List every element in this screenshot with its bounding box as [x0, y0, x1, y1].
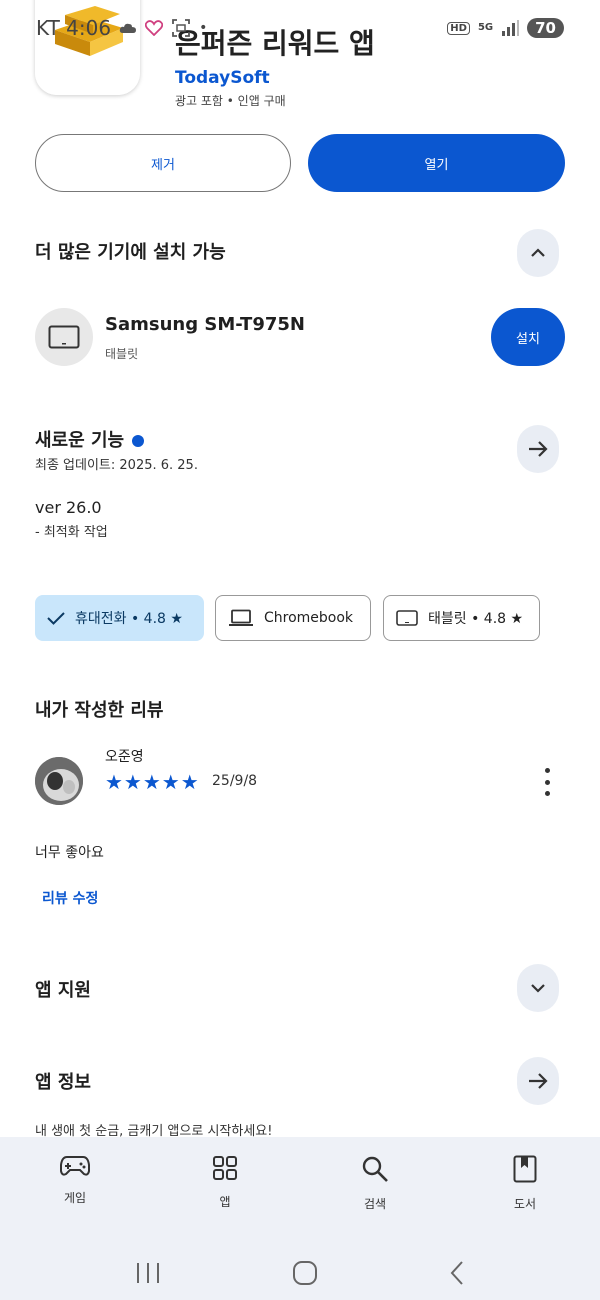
whats-new-title: 새로운 기능 — [35, 426, 145, 452]
system-navigation-bar — [0, 1245, 600, 1300]
install-button[interactable]: 설치 — [491, 308, 565, 366]
cloud-icon — [119, 23, 137, 33]
edit-review-link[interactable]: 리뷰 수정 — [42, 888, 98, 908]
nav-item-search[interactable]: 검색 — [300, 1137, 450, 1245]
device-avatar — [35, 308, 93, 366]
search-icon — [362, 1156, 388, 1182]
more-options-icon[interactable] — [540, 768, 554, 796]
new-indicator-dot — [132, 435, 145, 447]
chevron-down-icon — [531, 984, 545, 993]
star-rating: ★★★★★ — [105, 770, 200, 794]
device-name: Samsung SM-T975N — [105, 314, 305, 335]
home-icon[interactable] — [292, 1260, 318, 1286]
chip-chromebook[interactable]: Chromebook — [215, 595, 371, 641]
chip-phone[interactable]: 휴대전화 • 4.8 ★ — [35, 595, 204, 641]
apps-grid-icon — [213, 1156, 237, 1180]
heart-icon — [145, 20, 164, 36]
chip-phone-label: 휴대전화 • 4.8 ★ — [75, 611, 183, 627]
device-type: 태블릿 — [105, 347, 139, 361]
my-review-title: 내가 작성한 리뷰 — [35, 700, 164, 721]
arrow-right-icon — [529, 1073, 548, 1089]
reviewer-name: 오준영 — [105, 749, 144, 765]
gamepad-icon — [60, 1156, 90, 1176]
book-icon — [513, 1155, 537, 1183]
last-updated: 최종 업데이트: 2025. 6. 25. — [35, 458, 198, 473]
tablet-icon — [48, 325, 80, 349]
review-text: 너무 좋아요 — [35, 845, 104, 861]
arrow-right-icon — [529, 441, 548, 457]
notification-dot-icon: • — [199, 20, 208, 36]
review-date: 25/9/8 — [212, 773, 258, 789]
app-info-title: 앱 정보 — [35, 1072, 91, 1093]
app-support-expand-button[interactable] — [517, 964, 559, 1012]
app-support-title: 앱 지원 — [35, 980, 91, 1001]
open-button[interactable]: 열기 — [308, 134, 565, 192]
check-icon — [47, 612, 65, 625]
app-info-arrow-button[interactable] — [517, 1057, 559, 1105]
bottom-navigation: 게임 앱 검색 도서 — [0, 1137, 600, 1245]
release-notes: - 최적화 작업 — [35, 525, 108, 540]
status-time: KT 4:06 — [36, 16, 112, 40]
hd-badge: HD — [447, 21, 470, 35]
laptop-icon — [229, 609, 253, 626]
network-badge: 5G — [477, 22, 494, 33]
nav-label-games: 게임 — [63, 1191, 87, 1205]
chip-chromebook-label: Chromebook — [264, 610, 354, 626]
more-devices-title: 더 많은 기기에 설치 가능 — [35, 242, 226, 263]
battery-indicator: 70 — [527, 18, 564, 38]
chip-tablet-label: 태블릿 • 4.8 ★ — [428, 611, 524, 627]
signal-icon — [502, 20, 520, 36]
whats-new-arrow-button[interactable] — [517, 425, 559, 473]
nav-item-apps[interactable]: 앱 — [150, 1137, 300, 1245]
nav-label-apps: 앱 — [219, 1195, 231, 1209]
developer-link[interactable]: TodaySoft — [175, 68, 270, 88]
back-icon[interactable] — [449, 1260, 465, 1286]
uninstall-button[interactable]: 제거 — [35, 134, 291, 192]
recent-apps-icon[interactable] — [135, 1262, 161, 1284]
version-text: ver 26.0 — [35, 498, 102, 517]
whats-new-label: 새로운 기능 — [35, 430, 125, 451]
avatar — [35, 757, 83, 805]
chip-tablet[interactable]: 태블릿 • 4.8 ★ — [383, 595, 540, 641]
nav-label-search: 검색 — [363, 1197, 387, 1211]
tablet-icon — [396, 610, 418, 626]
collapse-button[interactable] — [517, 229, 559, 277]
nav-item-games[interactable]: 게임 — [0, 1137, 150, 1245]
nav-label-books: 도서 — [513, 1197, 537, 1211]
nav-item-books[interactable]: 도서 — [450, 1137, 600, 1245]
screenshot-icon — [172, 19, 190, 37]
chevron-up-icon — [531, 248, 545, 257]
app-meta-info: 광고 포함 • 인앱 구매 — [175, 94, 286, 108]
status-bar: KT 4:06 • HD 5G 70 — [0, 0, 600, 56]
